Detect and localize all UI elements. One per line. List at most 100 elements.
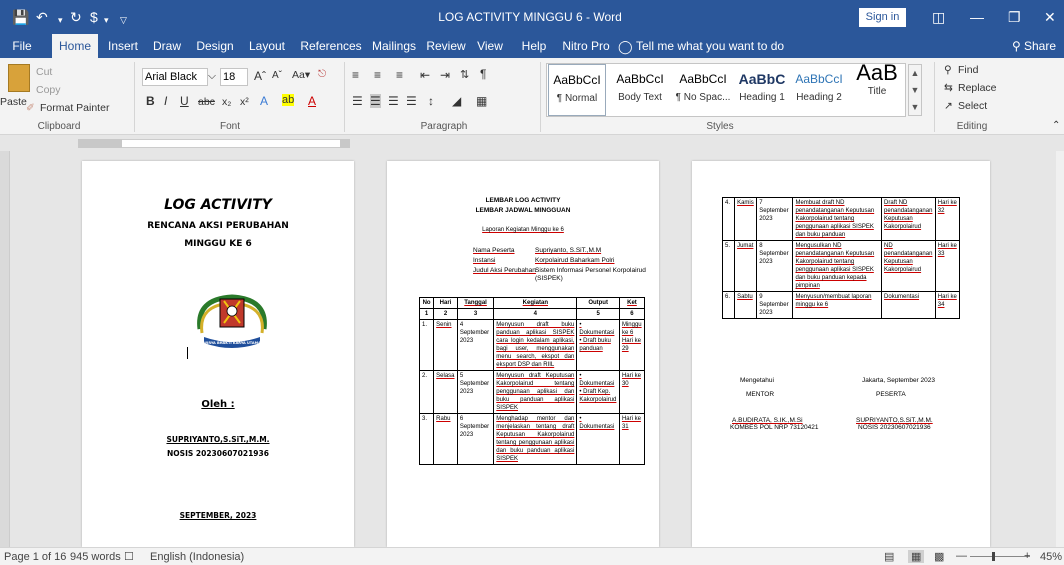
text-effects-icon[interactable]: A: [260, 94, 268, 108]
style-heading-2[interactable]: AaBbCcI Heading 2: [790, 64, 848, 116]
justify-icon[interactable]: ☰: [406, 94, 417, 108]
web-layout-icon[interactable]: ▩: [934, 550, 944, 563]
shading-icon[interactable]: ◢: [452, 94, 461, 108]
zoom-slider-thumb[interactable]: [992, 552, 995, 561]
bold-icon[interactable]: B: [146, 94, 155, 108]
ribbon-display-icon[interactable]: ◫: [932, 9, 945, 25]
save-icon[interactable]: 💾: [12, 9, 29, 25]
participant-name: SUPRIYANTO,S.SiT.,M.M.: [856, 417, 933, 424]
numbering-icon[interactable]: ≡: [374, 68, 381, 82]
find-button[interactable]: Find: [958, 64, 978, 76]
grow-font-icon[interactable]: Aˆ: [254, 69, 266, 83]
tab-design[interactable]: Design: [194, 34, 236, 58]
select-button[interactable]: Select: [958, 100, 987, 112]
paste-button[interactable]: Paste: [0, 96, 27, 108]
divider: [934, 62, 935, 132]
styles-scroll[interactable]: ▲ ▼ ▼: [908, 64, 922, 116]
tab-nitro-pro[interactable]: Nitro Pro: [562, 34, 610, 58]
align-left-icon[interactable]: ☰: [352, 94, 363, 108]
tab-insert[interactable]: Insert: [104, 34, 142, 58]
line-spacing-icon[interactable]: ↕: [428, 94, 434, 108]
style-body-text[interactable]: AaBbCcI Body Text: [610, 64, 670, 116]
ribbon: Paste Cut Copy ✐ Format Painter Clipboar…: [0, 58, 1064, 135]
tab-review[interactable]: Review: [426, 34, 466, 58]
cut-button[interactable]: Cut: [36, 66, 52, 78]
replace-icon[interactable]: ⇆: [944, 82, 953, 94]
sort-icon[interactable]: ⇅: [460, 68, 469, 81]
tab-file[interactable]: File: [4, 34, 40, 58]
tab-draw[interactable]: Draw: [150, 34, 184, 58]
tab-layout[interactable]: Layout: [246, 34, 288, 58]
close-icon[interactable]: ✕: [1044, 9, 1056, 25]
touch-mode-icon[interactable]: $: [90, 9, 98, 25]
replace-button[interactable]: Replace: [958, 82, 997, 94]
more-dropdown-icon[interactable]: ▾: [104, 12, 109, 28]
zoom-slider[interactable]: [970, 556, 1030, 557]
customize-qat-icon[interactable]: ▽: [120, 12, 127, 28]
copy-button[interactable]: Copy: [36, 84, 61, 96]
redo-icon[interactable]: ↻: [70, 9, 82, 25]
zoom-level[interactable]: 45%: [1040, 551, 1062, 563]
font-name-dropdown-icon[interactable]: ⌵: [208, 70, 216, 83]
author-name: SUPRIYANTO,S.SiT.,M.M.: [166, 435, 270, 444]
undo-icon[interactable]: ↶: [36, 9, 48, 25]
activity-table-continued: 4. Kamis 7 September 2023 Membuat draft …: [721, 197, 961, 319]
font-name-select[interactable]: Arial Black: [142, 68, 208, 86]
font-color-icon[interactable]: A: [308, 94, 316, 108]
page-count[interactable]: Page 1 of 16: [4, 551, 66, 563]
mentor-label-2: MENTOR: [746, 391, 775, 398]
strikethrough-icon[interactable]: abc: [198, 96, 215, 108]
format-painter-button[interactable]: Format Painter: [40, 102, 109, 114]
table-row: 6. Sabtu 9 September 2023 Menyusun/membu…: [721, 291, 961, 319]
share-button[interactable]: Share: [1024, 39, 1056, 53]
select-icon[interactable]: ↗: [944, 100, 953, 112]
clear-formatting-icon[interactable]: ⎋: [318, 68, 326, 81]
tab-help[interactable]: Help: [518, 34, 550, 58]
italic-icon[interactable]: I: [164, 94, 167, 108]
restore-icon[interactable]: ❐: [1008, 9, 1021, 25]
tab-references[interactable]: References: [298, 34, 364, 58]
underline-icon[interactable]: U: [180, 94, 189, 108]
find-icon[interactable]: ⚲: [944, 64, 952, 76]
vertical-ruler[interactable]: [0, 151, 10, 547]
paste-icon[interactable]: [8, 64, 30, 92]
shrink-font-icon[interactable]: Aˇ: [272, 70, 282, 81]
decrease-indent-icon[interactable]: ⇤: [420, 68, 430, 82]
bullets-icon[interactable]: ≡: [352, 68, 359, 82]
tab-view[interactable]: View: [474, 34, 506, 58]
align-center-icon[interactable]: ☰: [370, 94, 381, 108]
change-case-icon[interactable]: Aa▾: [292, 69, 310, 81]
proofing-icon[interactable]: ☐: [124, 550, 134, 563]
subscript-icon[interactable]: x₂: [222, 96, 231, 108]
horizontal-ruler[interactable]: [0, 136, 1064, 151]
collapse-ribbon-icon[interactable]: ⌃: [1052, 120, 1060, 131]
table-row: 2. Selasa 5 September 2023 Menyusun draf…: [418, 370, 646, 414]
zoom-out-icon[interactable]: —: [956, 550, 967, 562]
style-no-spacing[interactable]: AaBbCcI ¶ No Spac...: [672, 64, 734, 116]
vertical-scrollbar[interactable]: [1056, 151, 1064, 547]
tab-mailings[interactable]: Mailings: [368, 34, 420, 58]
share-icon[interactable]: ⚲: [1012, 39, 1021, 53]
style-normal[interactable]: AaBbCcI ¶ Normal: [548, 64, 606, 116]
multilevel-list-icon[interactable]: ≡: [396, 68, 403, 82]
undo-dropdown-icon[interactable]: ▾: [58, 12, 63, 28]
minimize-icon[interactable]: —: [970, 9, 984, 25]
word-count[interactable]: 945 words: [70, 551, 121, 563]
read-mode-icon[interactable]: ▤: [884, 550, 894, 563]
style-heading-1[interactable]: AaBbC Heading 1: [734, 64, 790, 116]
tab-home[interactable]: Home: [52, 34, 98, 58]
increase-indent-icon[interactable]: ⇥: [440, 68, 450, 82]
show-marks-icon[interactable]: ¶: [480, 67, 486, 81]
zoom-in-icon[interactable]: +: [1024, 550, 1030, 562]
print-layout-icon[interactable]: ▦: [908, 550, 925, 563]
align-right-icon[interactable]: ☰: [388, 94, 399, 108]
borders-icon[interactable]: ▦: [476, 94, 487, 108]
format-painter-icon[interactable]: ✐: [26, 102, 35, 114]
tell-me-input[interactable]: Tell me what you want to do: [636, 39, 784, 53]
superscript-icon[interactable]: x²: [240, 96, 249, 108]
font-size-select[interactable]: 18: [220, 68, 248, 86]
language-status[interactable]: English (Indonesia): [150, 551, 244, 563]
highlight-icon[interactable]: ab: [282, 94, 295, 106]
sign-in-button[interactable]: Sign in: [859, 8, 906, 27]
style-title[interactable]: AaB Title: [852, 62, 902, 116]
